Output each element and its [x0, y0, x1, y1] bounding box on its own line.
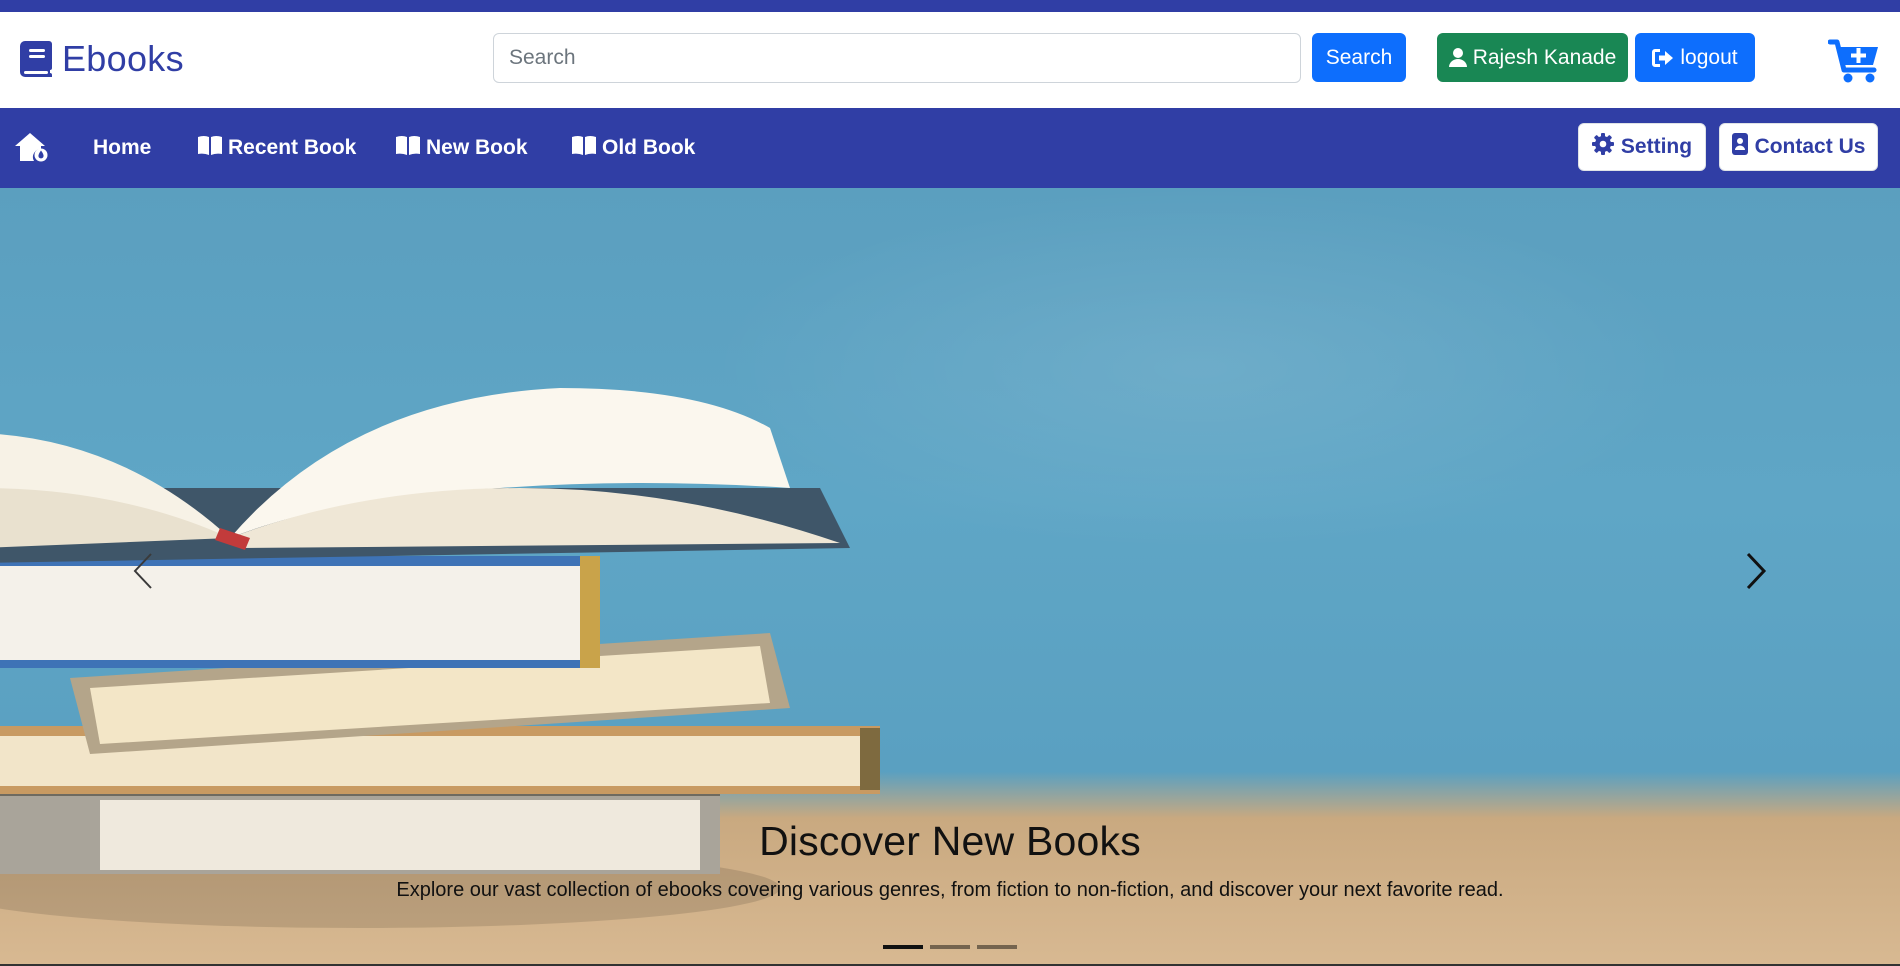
book-open-icon: [198, 135, 222, 161]
carousel-caption-text: Explore our vast collection of ebooks co…: [396, 879, 1504, 901]
contact-us-label: Contact Us: [1754, 135, 1866, 158]
cart-button[interactable]: [1827, 36, 1882, 84]
setting-button[interactable]: Setting: [1578, 123, 1706, 171]
nav-new-book-label: New Book: [426, 136, 528, 159]
gear-icon: [1591, 133, 1614, 161]
carousel-caption: Discover New Books Explore our vast coll…: [0, 818, 1900, 902]
user-name: Rajesh Kanade: [1472, 45, 1617, 69]
nav-recent-book[interactable]: Recent Book: [198, 108, 356, 188]
carousel-caption-title: Discover New Books: [759, 818, 1141, 864]
carousel-indicators: [883, 945, 1017, 949]
nav-old-book[interactable]: Old Book: [572, 108, 695, 188]
search-button[interactable]: Search: [1312, 33, 1406, 82]
sign-out-icon: [1652, 48, 1674, 68]
search-input[interactable]: [493, 33, 1301, 83]
address-book-icon: [1731, 133, 1748, 161]
user-icon: [1448, 47, 1467, 68]
chevron-left-icon: [132, 552, 154, 595]
setting-label: Setting: [1620, 135, 1693, 158]
main-navbar: Home Recent Book New Book Old Book Setti…: [0, 108, 1900, 188]
cart-plus-icon: [1827, 39, 1882, 88]
top-accent-strip: [0, 0, 1900, 12]
nav-home[interactable]: Home: [93, 108, 151, 188]
home-icon[interactable]: [15, 132, 49, 167]
nav-recent-book-label: Recent Book: [228, 136, 357, 159]
user-profile-button[interactable]: Rajesh Kanade: [1437, 33, 1628, 82]
book-icon: [20, 41, 52, 77]
nav-new-book[interactable]: New Book: [396, 108, 528, 188]
book-open-icon: [396, 135, 420, 161]
search-button-label: Search: [1325, 45, 1393, 69]
contact-us-button[interactable]: Contact Us: [1719, 123, 1878, 171]
nav-home-label: Home: [93, 136, 152, 159]
book-open-icon: [572, 135, 596, 161]
carousel-indicator[interactable]: [930, 945, 970, 949]
brand-name: Ebooks: [62, 38, 184, 79]
carousel-prev-button[interactable]: [113, 543, 173, 603]
carousel-next-button[interactable]: [1726, 543, 1786, 603]
logout-button[interactable]: logout: [1635, 33, 1755, 82]
brand-logo[interactable]: Ebooks: [20, 35, 184, 83]
carousel-indicator[interactable]: [977, 945, 1017, 949]
carousel-indicator[interactable]: [883, 945, 923, 949]
header: Ebooks Search Rajesh Kanade logout: [0, 12, 1900, 108]
logout-label: logout: [1680, 45, 1738, 69]
nav-old-book-label: Old Book: [602, 136, 696, 159]
chevron-right-icon: [1745, 552, 1767, 595]
hero-carousel: Discover New Books Explore our vast coll…: [0, 188, 1900, 966]
